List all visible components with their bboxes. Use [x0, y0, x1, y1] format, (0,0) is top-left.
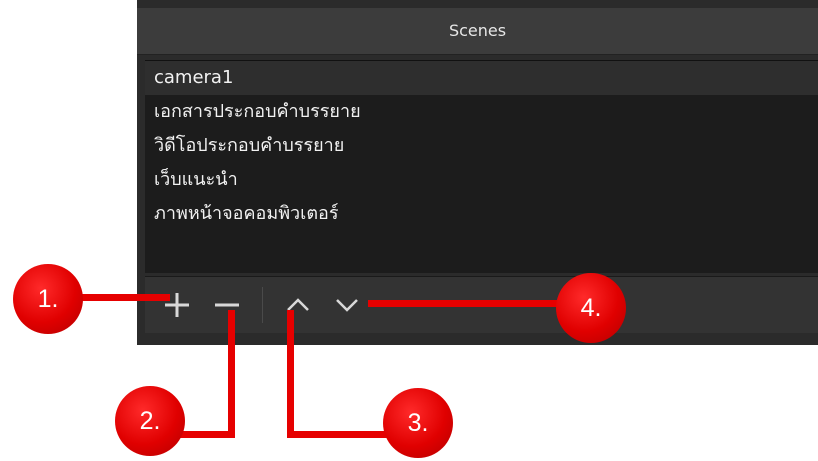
- scenes-panel: Scenes camera1 เอกสารประกอบคำบรรยาย วิดี…: [137, 0, 818, 345]
- callout-3-line-vertical: [287, 310, 294, 438]
- minus-icon: [215, 303, 239, 307]
- scene-item[interactable]: เว็บแนะนำ: [145, 163, 818, 197]
- scene-item[interactable]: ภาพหน้าจอคอมพิวเตอร์: [145, 197, 818, 231]
- scene-list[interactable]: camera1 เอกสารประกอบคำบรรยาย วิดีโอประกอ…: [145, 60, 818, 273]
- screenshot-stage: Scenes camera1 เอกสารประกอบคำบรรยาย วิดี…: [0, 0, 818, 461]
- scene-item[interactable]: เอกสารประกอบคำบรรยาย: [145, 95, 818, 129]
- move-scene-up-button[interactable]: [276, 283, 320, 327]
- remove-scene-button[interactable]: [205, 283, 249, 327]
- scenes-panel-title: Scenes: [137, 8, 818, 55]
- scene-item[interactable]: วิดีโอประกอบคำบรรยาย: [145, 129, 818, 163]
- callout-3-line-horizontal: [287, 431, 397, 438]
- callout-2: 2.: [115, 386, 185, 456]
- toolbar-separator: [262, 287, 263, 323]
- move-scene-down-button[interactable]: [325, 283, 369, 327]
- callout-4-line: [368, 300, 568, 307]
- callout-3: 3.: [383, 388, 453, 458]
- callout-1: 1.: [13, 264, 83, 334]
- callout-2-line-vertical: [228, 310, 235, 438]
- callout-1-line: [70, 294, 170, 301]
- scene-item[interactable]: camera1: [145, 61, 818, 95]
- chevron-down-icon: [336, 299, 358, 312]
- add-scene-button[interactable]: [155, 283, 199, 327]
- callout-4: 4.: [556, 273, 626, 343]
